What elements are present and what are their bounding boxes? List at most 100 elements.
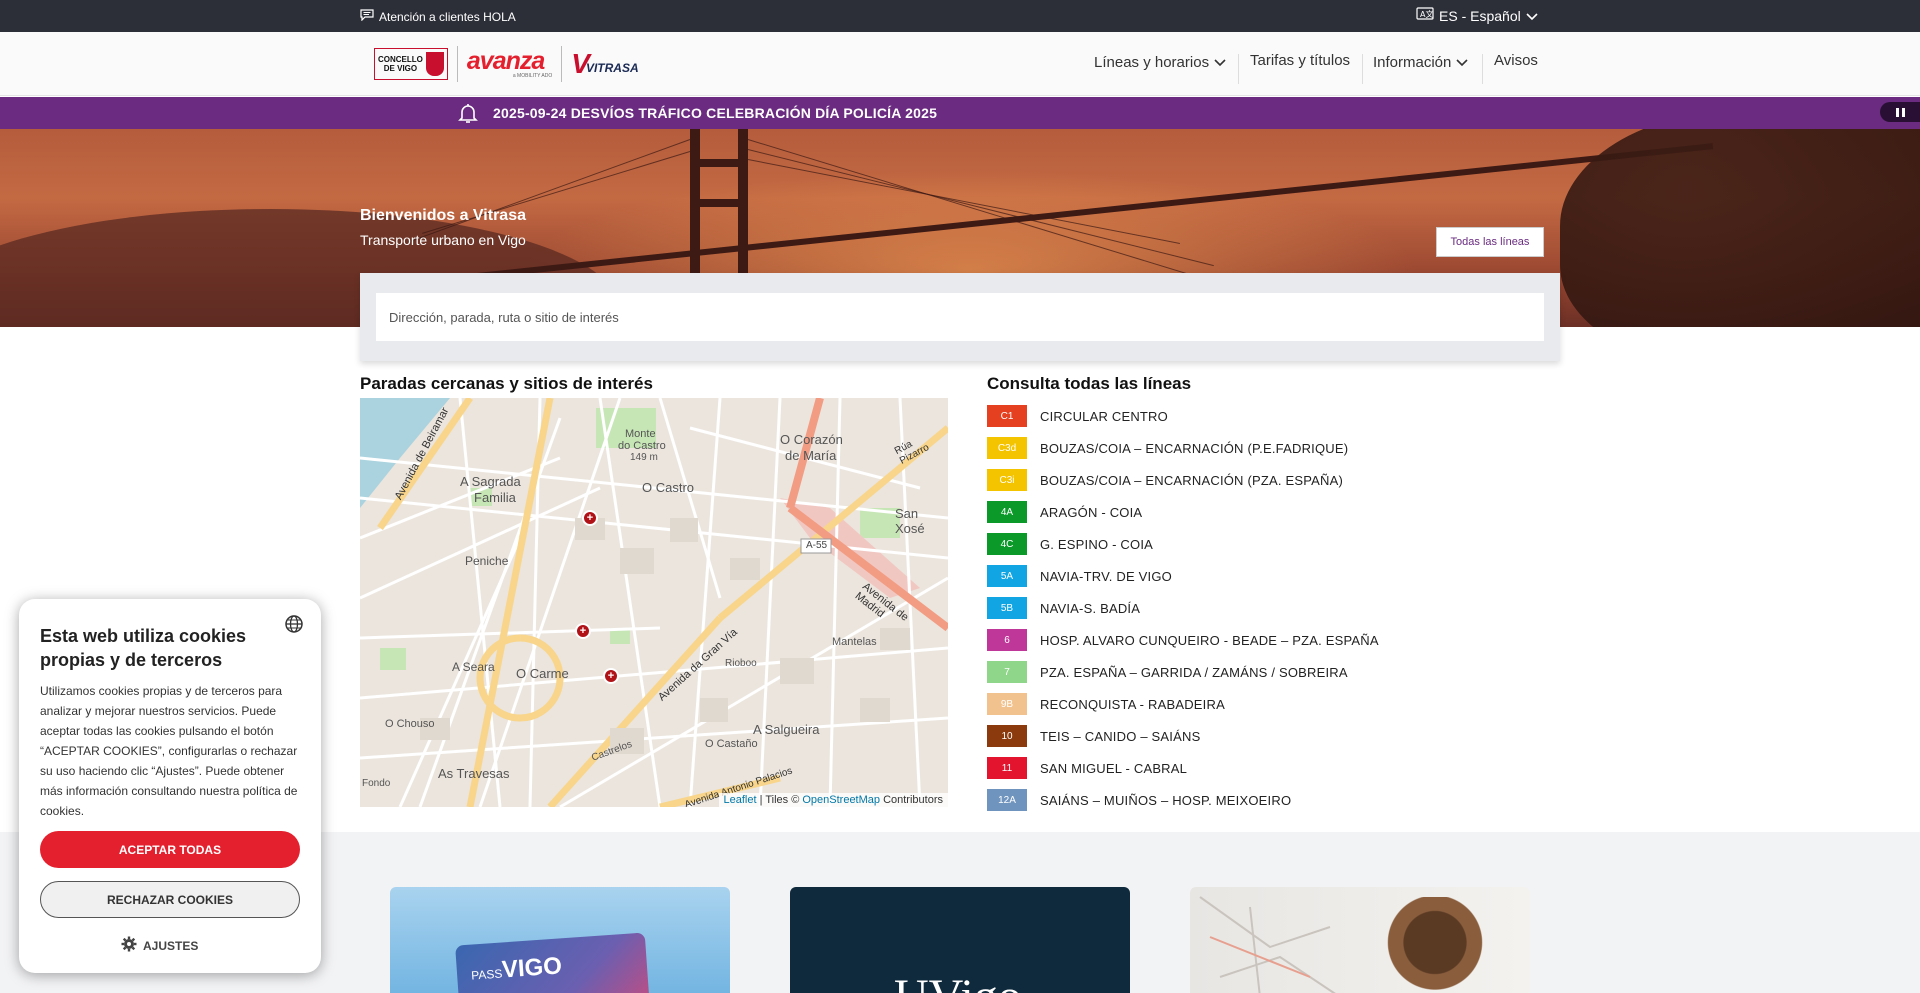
search-input[interactable] xyxy=(376,293,1544,341)
nav-avisos[interactable]: Avisos xyxy=(1494,52,1538,69)
line-name: NAVIA-TRV. DE VIGO xyxy=(1040,568,1172,584)
map-place-label: O Castro xyxy=(642,480,695,495)
language-selector[interactable]: A文 ES - Español xyxy=(1416,7,1538,25)
concello-logo-line2: DE VIGO xyxy=(383,64,418,73)
accept-all-cookies-button[interactable]: ACEPTAR TODAS xyxy=(40,831,300,868)
line-name: BOUZAS/COIA – ENCARNACIÓN (PZA. ESPAÑA) xyxy=(1040,472,1344,488)
bell-icon xyxy=(456,101,480,130)
map-place-label: 149 m xyxy=(630,452,658,463)
line-badge: 4C xyxy=(987,533,1027,555)
line-row[interactable]: C3d BOUZAS/COIA – ENCARNACIÓN (P.E.FADRIQ… xyxy=(987,432,1487,464)
map-place-label: Familia xyxy=(474,490,516,505)
line-name: CIRCULAR CENTRO xyxy=(1040,408,1168,424)
line-name: SAIÁNS – MUIÑOS – HOSP. MEIXOEIRO xyxy=(1040,792,1292,808)
nav-label: Tarifas y títulos xyxy=(1250,52,1351,69)
chat-icon xyxy=(360,9,374,24)
nearby-map[interactable]: A Sagrada Familia O Castro Monte do Cast… xyxy=(360,398,948,807)
line-name: RECONQUISTA - RABADEIRA xyxy=(1040,696,1225,712)
gear-icon xyxy=(121,936,137,955)
line-row[interactable]: 5B NAVIA-S. BADÍA xyxy=(987,592,1487,624)
hero-title: Bienvenidos a Vitrasa xyxy=(360,207,526,224)
line-badge: 11 xyxy=(987,757,1027,779)
line-row[interactable]: 12A SAIÁNS – MUIÑOS – HOSP. MEIXOEIRO xyxy=(987,784,1487,816)
line-name: G. ESPINO - COIA xyxy=(1040,536,1153,552)
map-road-label: A-55 xyxy=(806,540,828,551)
medical-marker-icon[interactable]: + xyxy=(582,510,598,526)
map-place-label: A Sagrada xyxy=(460,474,521,489)
line-row[interactable]: 6 HOSP. ALVARO CUNQUEIRO - BEADE – PZA. E… xyxy=(987,624,1487,656)
logo-group[interactable]: CONCELLO DE VIGO avanza a MOBILITY ADO V… xyxy=(374,46,639,82)
line-row[interactable]: 10 TEIS – CANIDO – SAIÁNS xyxy=(987,720,1487,752)
all-lines-button[interactable]: Todas las líneas xyxy=(1436,227,1544,257)
line-row[interactable]: C3i BOUZAS/COIA – ENCARNACIÓN (PZA. ESPAÑ… xyxy=(987,464,1487,496)
promo-card-passvigo[interactable]: PASSVIGO xyxy=(390,887,730,993)
reject-cookies-button[interactable]: RECHAZAR COOKIES xyxy=(40,881,300,918)
map-place-label: O Chouso xyxy=(385,718,435,730)
map-place-label: Mantelas xyxy=(832,636,877,648)
promo-card-map[interactable] xyxy=(1190,887,1530,993)
line-badge: C1 xyxy=(987,405,1027,427)
line-badge: C3i xyxy=(987,469,1027,491)
line-row[interactable]: 11 SAN MIGUEL - CABRAL xyxy=(987,752,1487,784)
nav-lineas-horarios[interactable]: Líneas y horarios xyxy=(1094,54,1226,71)
line-row[interactable]: 4A ARAGÓN - COIA xyxy=(987,496,1487,528)
line-name: ARAGÓN - COIA xyxy=(1040,504,1143,520)
pass-prefix: PASS xyxy=(470,966,503,983)
map-place-label: O Carme xyxy=(516,666,569,681)
concello-logo-line1: CONCELLO xyxy=(378,55,423,64)
map-place-label: A Seara xyxy=(452,660,495,674)
line-row[interactable]: C1 CIRCULAR CENTRO xyxy=(987,400,1487,432)
site-header: CONCELLO DE VIGO avanza a MOBILITY ADO V… xyxy=(0,32,1920,96)
vitrasa-logo-text: VITRASA xyxy=(585,61,639,75)
map-attribution: Leaflet | Tiles © OpenStreetMap Contribu… xyxy=(718,793,948,807)
line-row[interactable]: 7 PZA. ESPAÑA – GARRIDA / ZAMÁNS / SOBREI… xyxy=(987,656,1487,688)
map-place-label: O Corazón xyxy=(780,432,843,447)
map-place-label: Fondo xyxy=(362,778,391,789)
line-name: BOUZAS/COIA – ENCARNACIÓN (P.E.FADRIQUE) xyxy=(1040,440,1349,456)
nav-informacion[interactable]: Información xyxy=(1373,54,1468,71)
customer-support-link[interactable]: Atención a clientes HOLA xyxy=(360,9,516,24)
cookie-consent-dialog: Esta web utiliza cookies propias y de te… xyxy=(19,599,321,973)
map-place-label: de María xyxy=(785,448,837,463)
leaflet-link[interactable]: Leaflet xyxy=(724,794,757,806)
map-place-label: Monte xyxy=(625,428,656,440)
globe-icon[interactable] xyxy=(284,614,304,639)
map-place-label: A Salgueira xyxy=(753,722,820,737)
nav-label: Líneas y horarios xyxy=(1094,54,1210,71)
lines-list: C1 CIRCULAR CENTRO C3d BOUZAS/COIA – ENCARN… xyxy=(987,400,1487,816)
line-row[interactable]: 5A NAVIA-TRV. DE VIGO xyxy=(987,560,1487,592)
medical-marker-icon[interactable]: + xyxy=(603,668,619,684)
nav-label: Avisos xyxy=(1494,52,1538,69)
line-name: NAVIA-S. BADÍA xyxy=(1040,600,1141,616)
line-badge: 7 xyxy=(987,661,1027,683)
top-utility-bar: Atención a clientes HOLA A文 ES - Español xyxy=(0,0,1920,32)
translate-icon: A文 xyxy=(1416,7,1434,25)
line-name: TEIS – CANIDO – SAIÁNS xyxy=(1040,728,1201,744)
line-badge: 12A xyxy=(987,789,1027,811)
alert-message[interactable]: 2025-09-24 DESVÍOS TRÁFICO CELEBRACIÓN D… xyxy=(493,105,937,121)
line-row[interactable]: 9B RECONQUISTA - RABADEIRA xyxy=(987,688,1487,720)
alert-ticker[interactable]: 2025-09-24 DESVÍOS TRÁFICO CELEBRACIÓN D… xyxy=(0,97,1920,129)
line-badge: 10 xyxy=(987,725,1027,747)
concello-de-vigo-logo: CONCELLO DE VIGO xyxy=(374,48,448,80)
promo-card-uvigo[interactable]: UVigo xyxy=(790,887,1130,993)
line-name: SAN MIGUEL - CABRAL xyxy=(1040,760,1188,776)
cookie-settings-button[interactable]: AJUSTES xyxy=(121,936,198,955)
pass-word: VIGO xyxy=(501,952,563,984)
line-row[interactable]: 4C G. ESPINO - COIA xyxy=(987,528,1487,560)
shield-icon xyxy=(425,52,444,76)
chevron-down-icon xyxy=(1526,8,1538,24)
woman-photo xyxy=(1375,897,1495,993)
pause-ticker-button[interactable] xyxy=(1880,102,1920,122)
openstreetmap-link[interactable]: OpenStreetMap xyxy=(802,794,880,806)
avanza-logo-subtext: a MOBILITY ADO xyxy=(512,73,553,79)
map-place-label: Peniche xyxy=(465,554,509,568)
nav-label: Información xyxy=(1373,54,1452,71)
chevron-down-icon xyxy=(1456,54,1468,71)
medical-marker-icon[interactable]: + xyxy=(575,623,591,639)
nav-tarifas-titulos[interactable]: Tarifas y títulos xyxy=(1250,52,1350,69)
line-badge: 4A xyxy=(987,501,1027,523)
svg-text:A文: A文 xyxy=(1420,9,1433,19)
logo-divider xyxy=(561,46,563,82)
line-badge: 9B xyxy=(987,693,1027,715)
